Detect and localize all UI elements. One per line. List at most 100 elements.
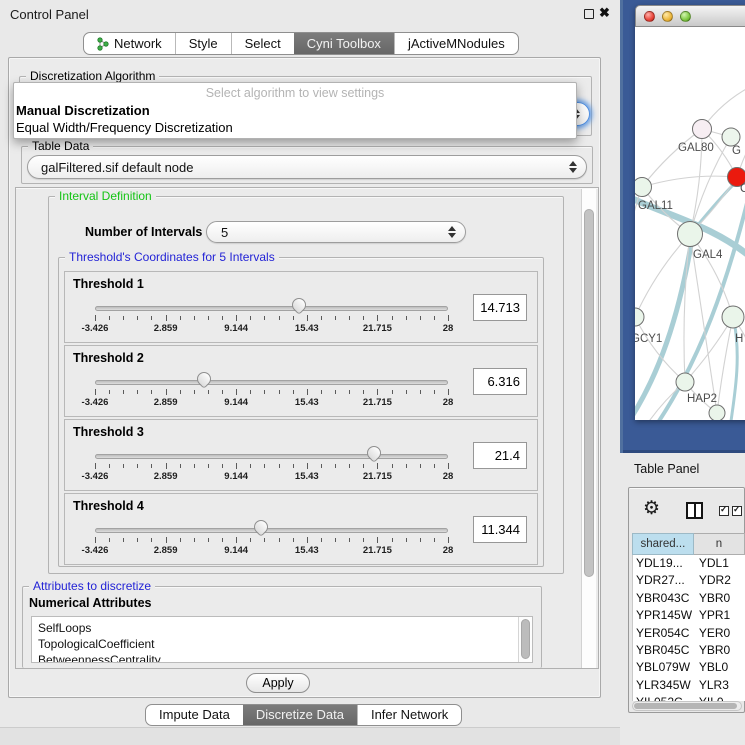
tab-cyni-toolbox[interactable]: Cyni Toolbox xyxy=(294,33,394,54)
table-row[interactable]: YDR27...YDR2 xyxy=(633,572,745,589)
network-node-label: HAP2 xyxy=(687,393,717,405)
slider-ticks xyxy=(95,315,448,322)
threshold-3-label: Threshold 3 xyxy=(73,425,144,439)
combo-arrows-icon xyxy=(569,161,577,173)
threshold-1-slider-handle[interactable] xyxy=(289,295,309,315)
threshold-4-panel: Threshold 4 -3.4262.8599.14415.4321.7152… xyxy=(64,493,538,565)
thresholds-group: Threshold's Coordinates for 5 Intervals … xyxy=(58,257,544,567)
tab-impute-data[interactable]: Impute Data xyxy=(146,705,243,725)
threshold-3-slider-track[interactable] xyxy=(95,454,448,459)
network-node[interactable] xyxy=(678,222,703,247)
threshold-3-panel: Threshold 3 -3.4262.8599.14415.4321.7152… xyxy=(64,419,538,491)
gear-icon[interactable]: ⚙ xyxy=(643,499,660,518)
slider-tick-labels: -3.4262.8599.14415.4321.71528 xyxy=(95,323,448,335)
panel-title: Control Panel xyxy=(10,7,89,22)
checkbox-icon[interactable] xyxy=(732,506,742,516)
table-row[interactable]: YBR045CYBR0 xyxy=(633,642,745,659)
numerical-attributes-label: Numerical Attributes xyxy=(29,596,151,610)
attributes-group-title: Attributes to discretize xyxy=(29,579,155,594)
cyni-bottom-tabs: Impute Data Discretize Data Infer Networ… xyxy=(145,704,462,726)
network-node-label: GAL80 xyxy=(678,142,714,154)
interval-definition-group: Interval Definition Number of Intervals … xyxy=(48,196,564,574)
scrollbar-thumb[interactable] xyxy=(521,619,530,659)
table-panel: ⚙ shared... n YDL19...YDL1 YDR27...YDR2 … xyxy=(628,487,745,713)
columns-icon[interactable] xyxy=(686,502,703,519)
threshold-2-value-field[interactable]: 6.316 xyxy=(473,368,527,395)
network-window-titlebar[interactable] xyxy=(635,5,745,27)
network-node[interactable] xyxy=(635,308,644,326)
tab-network[interactable]: Network xyxy=(84,33,175,54)
table-row[interactable]: YBL079WYBL0 xyxy=(633,659,745,676)
table-data-combobox[interactable]: galFiltered.sif default node xyxy=(27,155,587,179)
apply-button[interactable]: Apply xyxy=(246,673,310,693)
network-icon xyxy=(97,37,109,51)
combo-arrows-icon xyxy=(448,226,456,238)
table-row[interactable]: YBR043CYBR0 xyxy=(633,590,745,607)
threshold-2-label: Threshold 2 xyxy=(73,351,144,365)
interval-definition-title: Interval Definition xyxy=(55,189,156,204)
column-header-name[interactable]: n xyxy=(694,533,745,555)
network-node[interactable] xyxy=(693,120,712,139)
settings-vertical-scrollbar[interactable] xyxy=(581,189,596,668)
table-row[interactable]: YPR145WYPR1 xyxy=(633,607,745,624)
table-row[interactable]: YER054CYER0 xyxy=(633,625,745,642)
number-of-intervals-combobox[interactable]: 5 xyxy=(206,221,466,243)
network-node[interactable] xyxy=(635,178,652,197)
mac-minimize-icon[interactable] xyxy=(662,11,673,22)
threshold-4-slider-track[interactable] xyxy=(95,528,448,533)
network-node[interactable] xyxy=(676,373,694,391)
numerical-attributes-list: SelfLoops TopologicalCoefficient Between… xyxy=(31,616,533,663)
scrollbar-thumb[interactable] xyxy=(634,703,737,709)
mac-zoom-icon[interactable] xyxy=(680,11,691,22)
close-icon[interactable]: ✖ xyxy=(599,5,610,21)
network-node[interactable] xyxy=(722,306,744,328)
float-window-icon[interactable] xyxy=(584,9,594,19)
thresholds-group-title: Threshold's Coordinates for 5 Intervals xyxy=(65,250,279,265)
table-horizontal-scrollbar[interactable] xyxy=(632,701,742,711)
threshold-2-slider-handle[interactable] xyxy=(195,369,215,389)
list-item[interactable]: TopologicalCoefficient xyxy=(32,636,532,652)
network-view-window[interactable]: GAL80GCGAL11GAL4GCY1HHAP2 xyxy=(635,5,745,420)
network-node-label: GAL4 xyxy=(693,249,723,261)
list-item[interactable]: SelfLoops xyxy=(32,617,532,636)
table-data-title: Table Data xyxy=(28,139,93,154)
checkbox-icon[interactable] xyxy=(719,506,729,516)
scrollbar-thumb[interactable] xyxy=(584,209,594,577)
tab-discretize-data[interactable]: Discretize Data xyxy=(243,705,357,725)
threshold-1-value-field[interactable]: 14.713 xyxy=(473,294,527,321)
threshold-1-slider-track[interactable] xyxy=(95,306,448,311)
network-node-label: GAL11 xyxy=(638,200,673,212)
number-of-intervals-label: Number of Intervals xyxy=(85,225,202,239)
threshold-4-label: Threshold 4 xyxy=(73,499,144,513)
list-item[interactable]: BetweennessCentrality xyxy=(32,652,532,663)
threshold-2-slider-track[interactable] xyxy=(95,380,448,385)
tab-style[interactable]: Style xyxy=(175,33,231,54)
network-node[interactable] xyxy=(709,405,725,420)
network-node-label: C xyxy=(740,183,745,195)
table-row[interactable]: YDL19...YDL1 xyxy=(633,555,745,572)
network-desktop: GAL80GCGAL11GAL4GCY1HHAP2 xyxy=(620,0,745,453)
threshold-2-panel: Threshold 2 -3.4262.8599.14415.4321.7152… xyxy=(64,345,538,417)
algorithm-option-equal-width[interactable]: Equal Width/Frequency Discretization xyxy=(16,120,233,135)
mac-close-icon[interactable] xyxy=(644,11,655,22)
network-graph[interactable]: GAL80GCGAL11GAL4GCY1HHAP2 xyxy=(635,27,745,420)
tab-select[interactable]: Select xyxy=(231,33,294,54)
tab-jactivemnodules[interactable]: jActiveMNodules xyxy=(394,33,518,54)
tab-infer-network[interactable]: Infer Network xyxy=(357,705,461,725)
column-header-shared-name[interactable]: shared... xyxy=(632,533,694,555)
threshold-3-value-field[interactable]: 21.4 xyxy=(473,442,527,469)
table-data-group: Table Data galFiltered.sif default node xyxy=(21,146,593,184)
table-row[interactable]: YLR345WYLR3 xyxy=(633,677,745,694)
algorithm-option-manual[interactable]: Manual Discretization xyxy=(16,103,150,118)
list-vertical-scrollbar[interactable] xyxy=(518,617,532,662)
network-node[interactable] xyxy=(722,128,740,146)
threshold-4-value-field[interactable]: 11.344 xyxy=(473,516,527,543)
table-row[interactable]: YIL052CYIL0 xyxy=(633,694,745,701)
threshold-3-slider-handle[interactable] xyxy=(364,443,384,463)
threshold-4-slider-handle[interactable] xyxy=(251,517,271,537)
network-canvas[interactable]: GAL80GCGAL11GAL4GCY1HHAP2 xyxy=(635,27,745,420)
table-panel-title: Table Panel xyxy=(634,462,699,476)
network-node-label: GCY1 xyxy=(635,333,662,345)
slider-ticks xyxy=(95,389,448,396)
slider-ticks xyxy=(95,537,448,544)
